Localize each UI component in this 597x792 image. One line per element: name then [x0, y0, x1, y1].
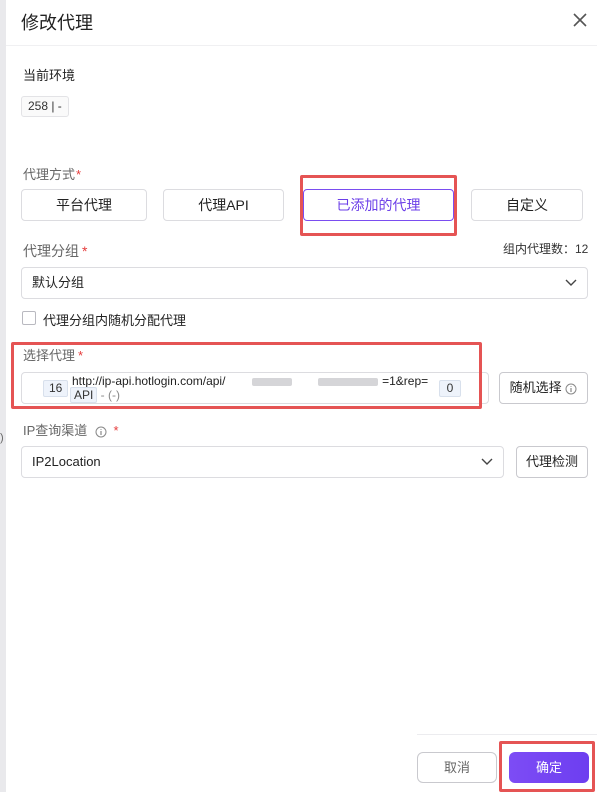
proxy-count-tag: 0: [439, 380, 461, 397]
proxy-check-button[interactable]: 代理检测: [516, 446, 588, 478]
cancel-button[interactable]: 取消: [417, 752, 497, 783]
random-select-label: 随机选择: [509, 380, 562, 395]
chevron-down-icon: [565, 279, 577, 286]
required-mark: *: [76, 167, 82, 182]
proxy-mode-label-text: 代理方式: [23, 167, 76, 182]
ip-channel-label: IP查询渠道 *: [23, 420, 119, 439]
edit-proxy-dialog: 修改代理 当前环境 258 | - 代理方式* 平台代理 代理API 已添加的代…: [6, 0, 597, 792]
ip-channel-value: IP2Location: [32, 454, 101, 469]
mode-platform-proxy[interactable]: 平台代理: [21, 189, 147, 221]
env-badge: 258 | -: [21, 96, 69, 117]
ip-channel-select[interactable]: IP2Location: [21, 446, 504, 478]
required-mark: *: [82, 243, 88, 259]
ip-channel-label-text: IP查询渠道: [23, 423, 88, 438]
group-proxy-count: 组内代理数：12: [503, 242, 589, 256]
mode-added-proxy[interactable]: 已添加的代理: [303, 189, 454, 221]
proxy-api-tag: API: [70, 387, 98, 403]
proxy-url-start: http://ip-api.hotlogin.com/api/: [72, 374, 226, 388]
dialog-header: 修改代理: [6, 0, 597, 46]
select-proxy-label-text: 选择代理: [23, 348, 76, 363]
mode-custom[interactable]: 自定义: [471, 189, 583, 221]
redacted-block: [318, 378, 378, 386]
required-mark: *: [78, 348, 84, 363]
footer-divider: [417, 734, 597, 735]
chevron-down-icon: [481, 458, 493, 465]
proxy-id-tag: 16: [43, 380, 69, 397]
proxy-mode-label: 代理方式*: [23, 164, 81, 183]
dialog-title: 修改代理: [21, 13, 93, 33]
info-icon: [95, 426, 107, 438]
proxy-sub-suffix: - (-): [97, 388, 120, 402]
proxy-url-end: =1&rep=: [382, 374, 429, 388]
random-select-button[interactable]: 随机选择: [499, 372, 588, 404]
proxy-group-value: 默认分组: [32, 275, 85, 290]
proxy-group-select[interactable]: 默认分组: [21, 267, 588, 299]
select-proxy-label: 选择代理 *: [23, 345, 83, 364]
random-assign-label: 代理分组内随机分配代理: [43, 313, 187, 328]
random-assign-checkbox[interactable]: [22, 311, 36, 325]
info-icon: [565, 383, 577, 395]
proxy-group-label: 代理分组 *: [23, 241, 87, 261]
redacted-block: [252, 378, 292, 386]
proxy-select-box[interactable]: 16 http://ip-api.hotlogin.com/api/ =1&re…: [21, 372, 489, 404]
confirm-button[interactable]: 确定: [509, 752, 589, 783]
left-edge-text: ): [0, 432, 4, 444]
mode-proxy-api[interactable]: 代理API: [163, 189, 284, 221]
proxy-group-label-text: 代理分组: [23, 243, 79, 259]
env-label: 当前环境: [23, 68, 76, 83]
required-mark: *: [113, 423, 119, 438]
close-icon[interactable]: [571, 11, 589, 29]
proxy-sub-line: API - (-): [70, 387, 120, 403]
